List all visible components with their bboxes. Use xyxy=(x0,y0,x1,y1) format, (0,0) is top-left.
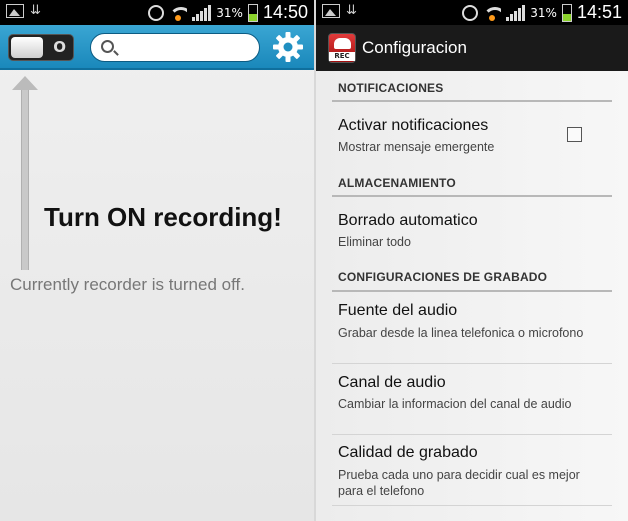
row-divider xyxy=(332,505,612,506)
search-icon xyxy=(101,40,114,53)
setting-subtitle: Cambiar la informacion del canal de audi… xyxy=(338,397,572,411)
clock: 14:51 xyxy=(576,2,622,22)
setting-subtitle: Grabar desde la linea telefonica o micro… xyxy=(338,326,584,340)
page-title: Configuracion xyxy=(362,38,467,57)
clock: 14:50 xyxy=(262,2,308,22)
status-bar: ⇊ 31% 14:50 xyxy=(0,0,314,25)
signal-icon xyxy=(506,4,526,21)
search-input[interactable] xyxy=(121,39,251,57)
signal-icon xyxy=(192,4,212,21)
battery-icon xyxy=(561,3,572,22)
setting-title: Borrado automatico xyxy=(338,212,478,229)
row-divider xyxy=(332,434,612,435)
setting-subtitle: Prueba cada uno para decidir cual es mej… xyxy=(338,468,580,498)
recording-headline: Turn ON recording! xyxy=(44,202,282,232)
recorder-status-text: Currently recorder is turned off. xyxy=(10,275,245,294)
section-header-configuraciones-de-grabado: CONFIGURACIONES DE GRABADO xyxy=(338,270,548,284)
app-icon-label: REC xyxy=(329,52,355,61)
gallery-notification-icon xyxy=(322,4,340,18)
up-arrow-icon xyxy=(12,76,40,270)
setting-subtitle: Mostrar mensaje emergente xyxy=(338,140,495,154)
app-rec-icon[interactable]: REC xyxy=(328,33,356,63)
wifi-icon xyxy=(483,5,502,21)
settings-screen: ⇊ 31% 14:51 REC Configuracion NOTIFICACI… xyxy=(316,0,628,521)
gallery-notification-icon xyxy=(6,4,24,18)
section-divider xyxy=(332,100,612,102)
setting-title: Canal de audio xyxy=(338,374,446,391)
download-notification-icon: ⇊ xyxy=(346,3,357,18)
gear-icon[interactable] xyxy=(272,31,304,63)
settings-action-bar: REC Configuracion xyxy=(316,25,628,71)
setting-title: Activar notificaciones xyxy=(338,117,489,134)
section-divider xyxy=(332,195,612,197)
battery-percent: 31% xyxy=(530,5,557,20)
recorder-screen: ⇊ 31% 14:50 O Turn ON recording! Current… xyxy=(0,0,314,521)
download-notification-icon: ⇊ xyxy=(30,3,41,18)
notifications-checkbox[interactable] xyxy=(567,127,582,142)
section-divider xyxy=(332,290,612,292)
setting-title: Fuente del audio xyxy=(338,302,458,319)
section-header-almacenamiento: ALMACENAMIENTO xyxy=(338,176,456,190)
wifi-icon xyxy=(169,5,188,21)
status-bar: ⇊ 31% 14:51 xyxy=(316,0,628,25)
setting-subtitle: Eliminar todo xyxy=(338,235,411,249)
recording-toggle[interactable]: O xyxy=(8,34,74,61)
toggle-state-label: O xyxy=(53,38,66,56)
setting-title: Calidad de grabado xyxy=(338,444,478,461)
battery-icon xyxy=(247,3,258,22)
battery-percent: 31% xyxy=(216,5,243,20)
alarm-icon xyxy=(148,4,165,21)
toggle-knob[interactable] xyxy=(11,37,43,58)
alarm-icon xyxy=(462,4,479,21)
action-bar: O xyxy=(0,25,314,70)
search-box[interactable] xyxy=(90,33,260,62)
row-divider xyxy=(332,363,612,364)
section-header-notificaciones: NOTIFICACIONES xyxy=(338,81,444,95)
